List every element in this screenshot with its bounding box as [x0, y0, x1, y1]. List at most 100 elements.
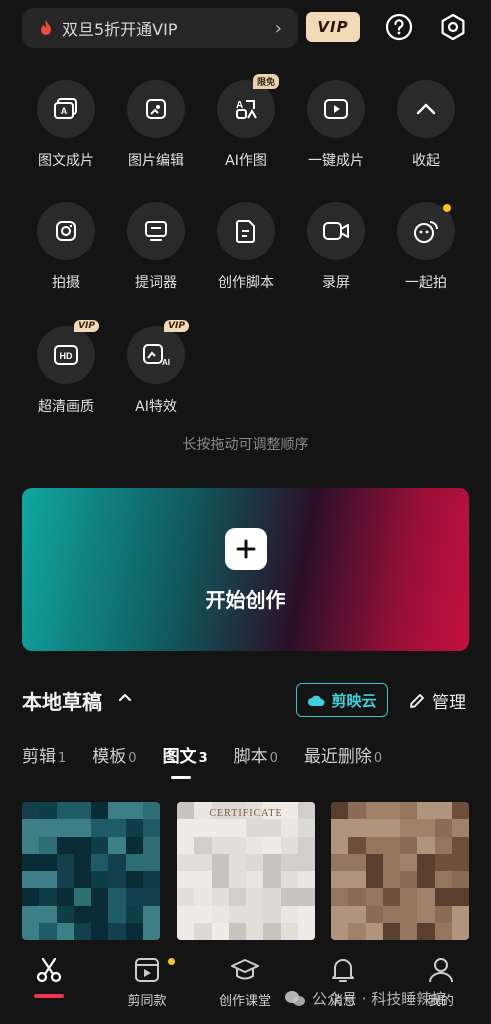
thumbnail-pixel [125, 871, 143, 889]
thumbnail-pixel [365, 836, 383, 854]
tab-label: 图文 [162, 747, 197, 767]
thumbnail-pixel [91, 853, 109, 871]
tool-screen-record[interactable]: 录屏 [291, 202, 381, 292]
cloud-button[interactable]: 剪映云 [296, 683, 388, 717]
tab-template[interactable]: 模板 0 [92, 742, 136, 767]
template-icon [135, 958, 159, 982]
tool-image-text[interactable]: A 图文成片 [21, 80, 111, 170]
tool-ai-draw[interactable]: A 限免 AI作图 [201, 74, 291, 170]
tool-collapse[interactable]: 收起 [381, 80, 471, 170]
thumbnail-pixel [297, 819, 315, 837]
svg-text:AI: AI [162, 358, 170, 367]
thumbnail-pixel [400, 922, 418, 940]
thumbnail-pixel [246, 871, 264, 889]
draft-thumbnail[interactable] [22, 802, 160, 940]
tool-hd-quality[interactable]: HD VIP 超清画质 [21, 320, 111, 416]
thumbnail-pixel [434, 888, 452, 906]
vip-badge[interactable]: VIP [306, 12, 360, 42]
thumbnail-pixel [434, 853, 452, 871]
help-icon[interactable] [384, 12, 414, 42]
thumbnail-pixel [297, 922, 315, 940]
thumbnail-pixel [348, 853, 366, 871]
tool-teleprompter[interactable]: 提词器 [111, 202, 201, 292]
play-video-icon [324, 99, 348, 119]
chevron-up-icon[interactable] [118, 690, 132, 704]
draft-thumbnail[interactable]: CERTIFICATE [177, 802, 315, 940]
thumbnail-pixel [348, 802, 366, 820]
tool-label: 收起 [412, 153, 440, 169]
tool-script[interactable]: 创作脚本 [201, 202, 291, 292]
thumbnail-pixel [331, 836, 349, 854]
tool-together-shoot[interactable]: 一起拍 [381, 202, 471, 292]
nav-creation-class[interactable]: 创作课堂 [196, 956, 294, 1009]
tool-label: 提词器 [135, 275, 177, 291]
thumbnail-pixel [211, 836, 229, 854]
tool-ai-effect[interactable]: AI VIP AI特效 [111, 320, 201, 416]
thumbnail-pixel [417, 871, 435, 889]
thumbnail-pixel [331, 871, 349, 889]
tab-image-text[interactable]: 图文 3 [162, 742, 208, 779]
thumbnail-pixel [91, 888, 109, 906]
tool-label: 一键成片 [308, 153, 364, 169]
nav-template[interactable]: 剪同款 [98, 956, 196, 1009]
thumbnail-pixel [177, 836, 195, 854]
start-creating-card[interactable]: 开始创作 [22, 488, 469, 651]
thumbnail-pixel [194, 871, 212, 889]
thumbnail-pixel [125, 905, 143, 923]
thumbnail-pixel [382, 888, 400, 906]
thumbnail-pixel [348, 888, 366, 906]
thumbnail-pixel [56, 922, 74, 940]
thumbnail-pixel [39, 836, 57, 854]
draft-thumbnail[interactable] [331, 802, 469, 940]
manage-button[interactable]: 管理 [408, 688, 466, 713]
chevron-right-icon: › [274, 17, 282, 39]
thumbnail-pixel [125, 802, 143, 820]
tool-image-edit[interactable]: 图片编辑 [111, 80, 201, 170]
tool-label: 拍摄 [52, 275, 80, 291]
tab-edit[interactable]: 剪辑 1 [22, 742, 66, 767]
ai-effect-icon: AI [143, 344, 170, 367]
settings-icon[interactable] [438, 12, 468, 42]
thumbnail-pixel [142, 836, 160, 854]
thumbnail-pixel [451, 871, 469, 889]
tab-script[interactable]: 脚本 0 [234, 742, 278, 767]
thumbnail-pixel [417, 922, 435, 940]
thumbnail-pixel [228, 905, 246, 923]
thumbnail-pixel [365, 853, 383, 871]
thumbnail-pixel [263, 853, 281, 871]
thumbnail-pixel [280, 922, 298, 940]
thumbnail-pixel [280, 819, 298, 837]
thumbnail-pixel [331, 905, 349, 923]
thumbnail-pixel [297, 871, 315, 889]
thumbnail-pixel [228, 871, 246, 889]
thumbnail-pixel [365, 922, 383, 940]
thumbnail-caption: CERTIFICATE [209, 808, 283, 819]
thumbnail-pixel [365, 819, 383, 837]
tool-camera[interactable]: 拍摄 [21, 202, 111, 292]
thumbnail-pixel [331, 853, 349, 871]
thumbnail-pixel [73, 871, 91, 889]
thumbnail-pixel [434, 802, 452, 820]
tab-recently-deleted[interactable]: 最近删除 0 [304, 742, 382, 767]
thumbnail-pixel [417, 819, 435, 837]
thumbnail-pixel [73, 853, 91, 871]
thumbnail-pixel [348, 922, 366, 940]
ai-draw-icon: A [236, 100, 257, 119]
vip-promo-banner[interactable]: 双旦5折开通VIP › [22, 8, 298, 48]
thumbnail-pixel [108, 819, 126, 837]
thumbnail-pixel [348, 871, 366, 889]
thumbnail-pixel [56, 871, 74, 889]
thumbnail-pixel [280, 871, 298, 889]
together-shoot-icon [414, 221, 438, 243]
nav-edit[interactable] [0, 956, 98, 998]
nav-label: 剪同款 [127, 994, 167, 1009]
thumbnail-pixel [451, 888, 469, 906]
thumbnail-pixel [56, 888, 74, 906]
thumbnail-pixel [177, 888, 195, 906]
thumbnail-pixel [22, 819, 40, 837]
tool-one-click-video[interactable]: 一键成片 [291, 80, 381, 170]
graduation-cap-icon [231, 959, 259, 980]
thumbnail-pixel [434, 836, 452, 854]
thumbnail-pixel [108, 905, 126, 923]
thumbnail-pixel [400, 871, 418, 889]
